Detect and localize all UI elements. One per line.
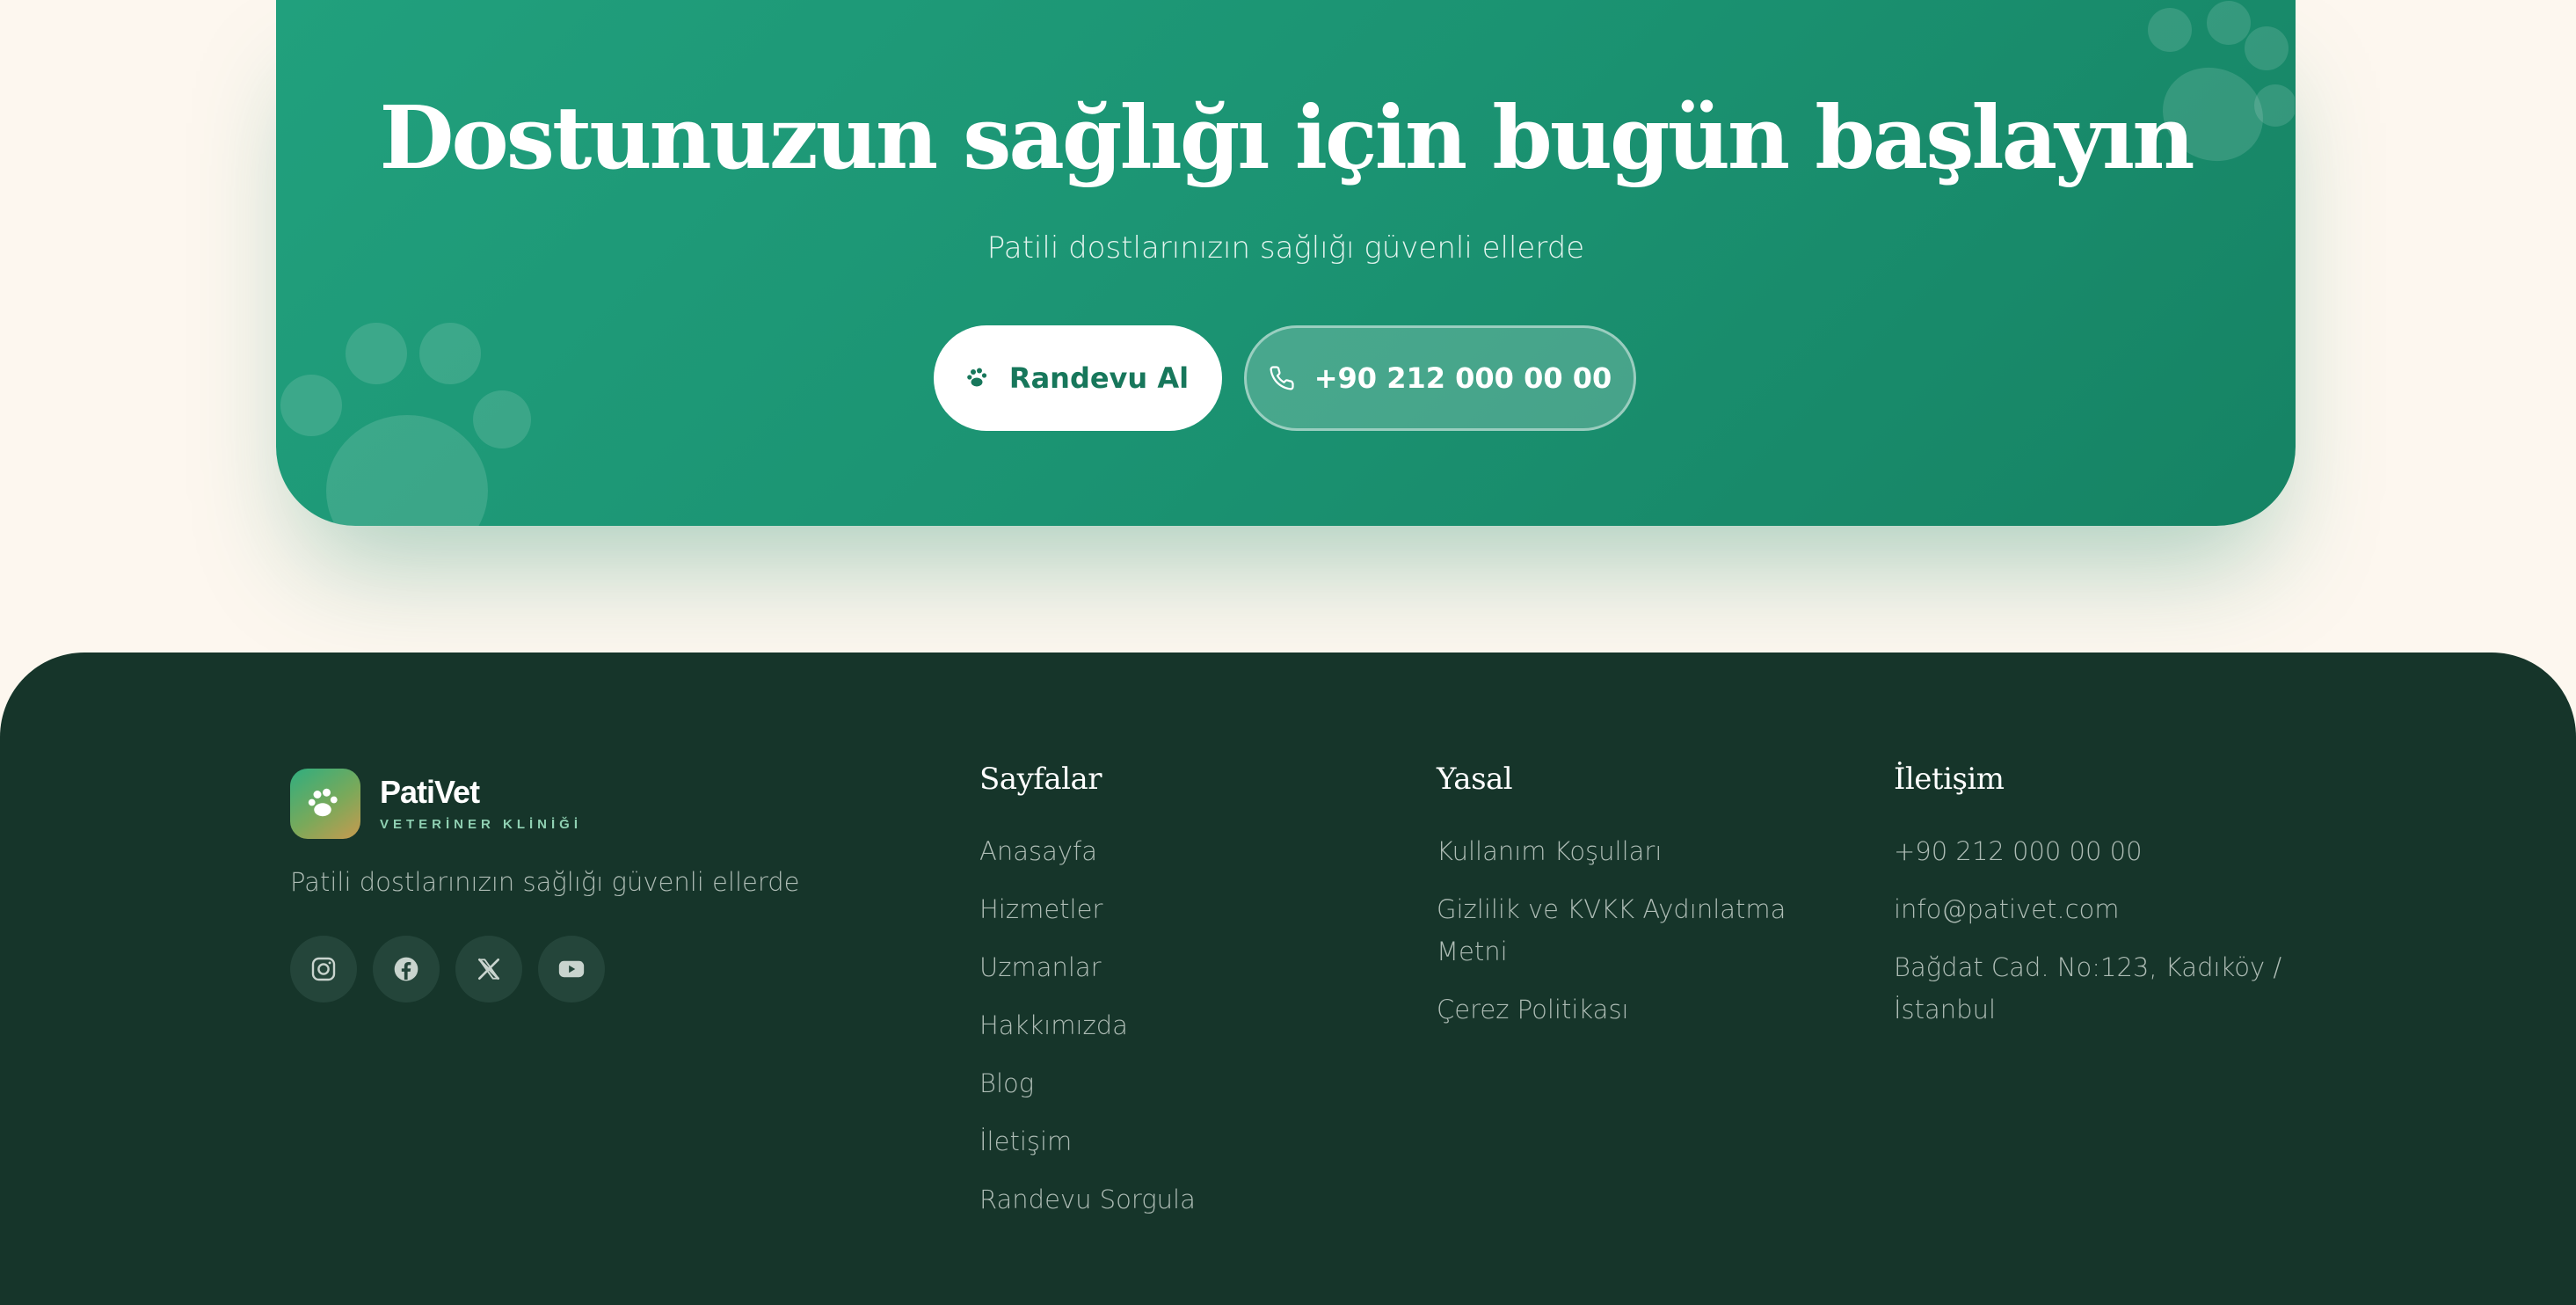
paw-decoration-icon (280, 323, 531, 526)
brand-logo-link[interactable]: PatiVet VETERİNER KLİNİĞİ (290, 769, 582, 839)
contact-email[interactable]: info@pativet.com (1894, 888, 2298, 930)
book-appointment-button[interactable]: Randevu Al (934, 325, 1222, 431)
brand-name: PatiVet (380, 773, 480, 810)
legal-heading: Yasal (1437, 762, 1513, 797)
brand-description: Patili dostlarınızın sağlığı güvenli ell… (290, 867, 800, 897)
footer-link-experts[interactable]: Uzmanlar (979, 946, 1349, 988)
youtube-icon (558, 960, 585, 978)
contact-address: Bağdat Cad. No:123, Kadıköy / İstanbul (1894, 952, 2282, 1024)
site-footer: PatiVet VETERİNER KLİNİĞİ Patili dostlar… (0, 652, 2576, 1305)
cta-banner: Dostunuzun sağlığı için bugün başlayın P… (276, 0, 2296, 526)
instagram-button[interactable] (290, 936, 357, 1002)
brand-tagline: VETERİNER KLİNİĞİ (380, 816, 583, 832)
youtube-button[interactable] (538, 936, 605, 1002)
cta-subtitle: Patili dostlarınızın sağlığı güvenli ell… (986, 230, 1585, 266)
x-twitter-icon (478, 959, 499, 980)
paw-icon (967, 368, 987, 387)
contact-phone[interactable]: +90 212 000 00 00 (1894, 830, 2298, 872)
footer-link-home[interactable]: Anasayfa (979, 830, 1349, 872)
footer-pages-column: Sayfalar Anasayfa Hizmetler Uzmanlar Hak… (979, 762, 1349, 1236)
phone-icon (1270, 366, 1294, 390)
footer-link-terms[interactable]: Kullanım Koşulları (1437, 830, 1806, 872)
x-twitter-button[interactable] (455, 936, 522, 1002)
facebook-icon (394, 957, 418, 981)
footer-link-appointment-query[interactable]: Randevu Sorgula (979, 1178, 1349, 1221)
book-appointment-label: Randevu Al (1008, 361, 1190, 395)
call-phone-label: +90 212 000 00 00 (1313, 361, 1612, 395)
paw-icon (308, 788, 338, 817)
footer-link-about[interactable]: Hakkımızda (979, 1004, 1349, 1046)
facebook-button[interactable] (373, 936, 440, 1002)
footer-link-services[interactable]: Hizmetler (979, 888, 1349, 930)
instagram-icon (311, 957, 336, 981)
footer-link-contact[interactable]: İletişim (979, 1120, 1349, 1163)
footer-link-blog[interactable]: Blog (979, 1062, 1349, 1105)
footer-contact-column: İletişim +90 212 000 00 00 info@pativet.… (1894, 762, 2298, 1046)
footer-legal-column: Yasal Kullanım Koşulları Gizlilik ve KVK… (1437, 762, 1806, 1046)
contact-heading: İletişim (1894, 762, 2005, 797)
pages-heading: Sayfalar (979, 762, 1102, 797)
logo (290, 769, 360, 839)
call-phone-button[interactable]: +90 212 000 00 00 (1244, 325, 1636, 431)
footer-link-privacy[interactable]: Gizlilik ve KVKK Aydınlatma Metni (1437, 888, 1806, 973)
footer-link-cookies[interactable]: Çerez Politikası (1437, 988, 1806, 1031)
social-links (290, 936, 605, 1002)
cta-title: Dostunuzun sağlığı için bugün başlayın (379, 88, 2194, 189)
